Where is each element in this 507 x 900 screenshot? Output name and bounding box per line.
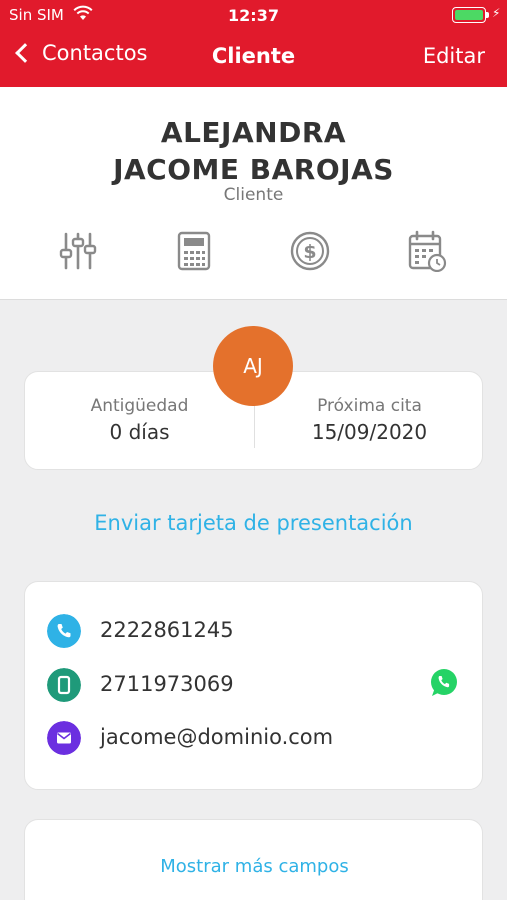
action-icons: $ — [0, 230, 507, 274]
stat-value: 15/09/2020 — [311, 420, 428, 444]
svg-text:$: $ — [303, 241, 316, 263]
email-row: jacome@dominio.com — [47, 721, 467, 755]
battery-icon — [452, 7, 486, 23]
client-role: Cliente — [223, 185, 284, 205]
stat-label: Próxima cita — [317, 396, 422, 416]
edit-button[interactable]: Editar — [423, 44, 485, 68]
avatar: AJ — [213, 326, 293, 406]
client-name-last: JACOME BAROJAS — [113, 153, 394, 186]
phone-row: 2222861245 — [47, 614, 467, 648]
client-name: ALEJANDRA JACOME BAROJAS — [0, 114, 507, 188]
mobile-row: 2711973069 — [47, 668, 467, 702]
dollar-coin-icon[interactable]: $ — [290, 230, 330, 272]
status-bar: Sin SIM 12:37 ⚡ — [0, 0, 507, 30]
nav-bar: Contactos Cliente Editar — [0, 38, 507, 78]
battery-fill — [455, 10, 483, 20]
stat-value: 0 días — [109, 420, 170, 444]
next-appointment-stat: Próxima cita 15/09/2020 — [255, 396, 484, 444]
sliders-icon[interactable] — [58, 230, 98, 272]
calculator-icon[interactable] — [174, 230, 214, 272]
profile-section: ALEJANDRA JACOME BAROJAS Cliente $ — [0, 87, 507, 300]
email-icon — [47, 721, 81, 755]
whatsapp-icon[interactable] — [429, 668, 459, 698]
status-time: 12:37 — [228, 6, 279, 25]
battery-cap — [486, 12, 489, 18]
phone-icon — [47, 614, 81, 648]
mobile-number[interactable]: 2711973069 — [100, 672, 234, 696]
phone-number[interactable]: 2222861245 — [100, 618, 234, 642]
email-address[interactable]: jacome@dominio.com — [100, 725, 333, 749]
send-business-card-link[interactable]: Enviar tarjeta de presentación — [0, 511, 507, 535]
show-more-fields-link[interactable]: Mostrar más campos — [25, 856, 484, 877]
charging-icon: ⚡ — [492, 6, 501, 20]
contact-card: 2222861245 2711973069 jacome@dominio.com — [24, 581, 483, 790]
mobile-icon — [47, 668, 81, 702]
client-name-first: ALEJANDRA — [160, 116, 347, 149]
stat-label: Antigüedad — [90, 396, 189, 416]
seniority-stat: Antigüedad 0 días — [25, 396, 254, 444]
header-bar: Sin SIM 12:37 ⚡ Contactos Cliente Editar — [0, 0, 507, 87]
more-fields-card: Mostrar más campos — [24, 819, 483, 900]
calendar-clock-icon[interactable] — [407, 230, 447, 272]
